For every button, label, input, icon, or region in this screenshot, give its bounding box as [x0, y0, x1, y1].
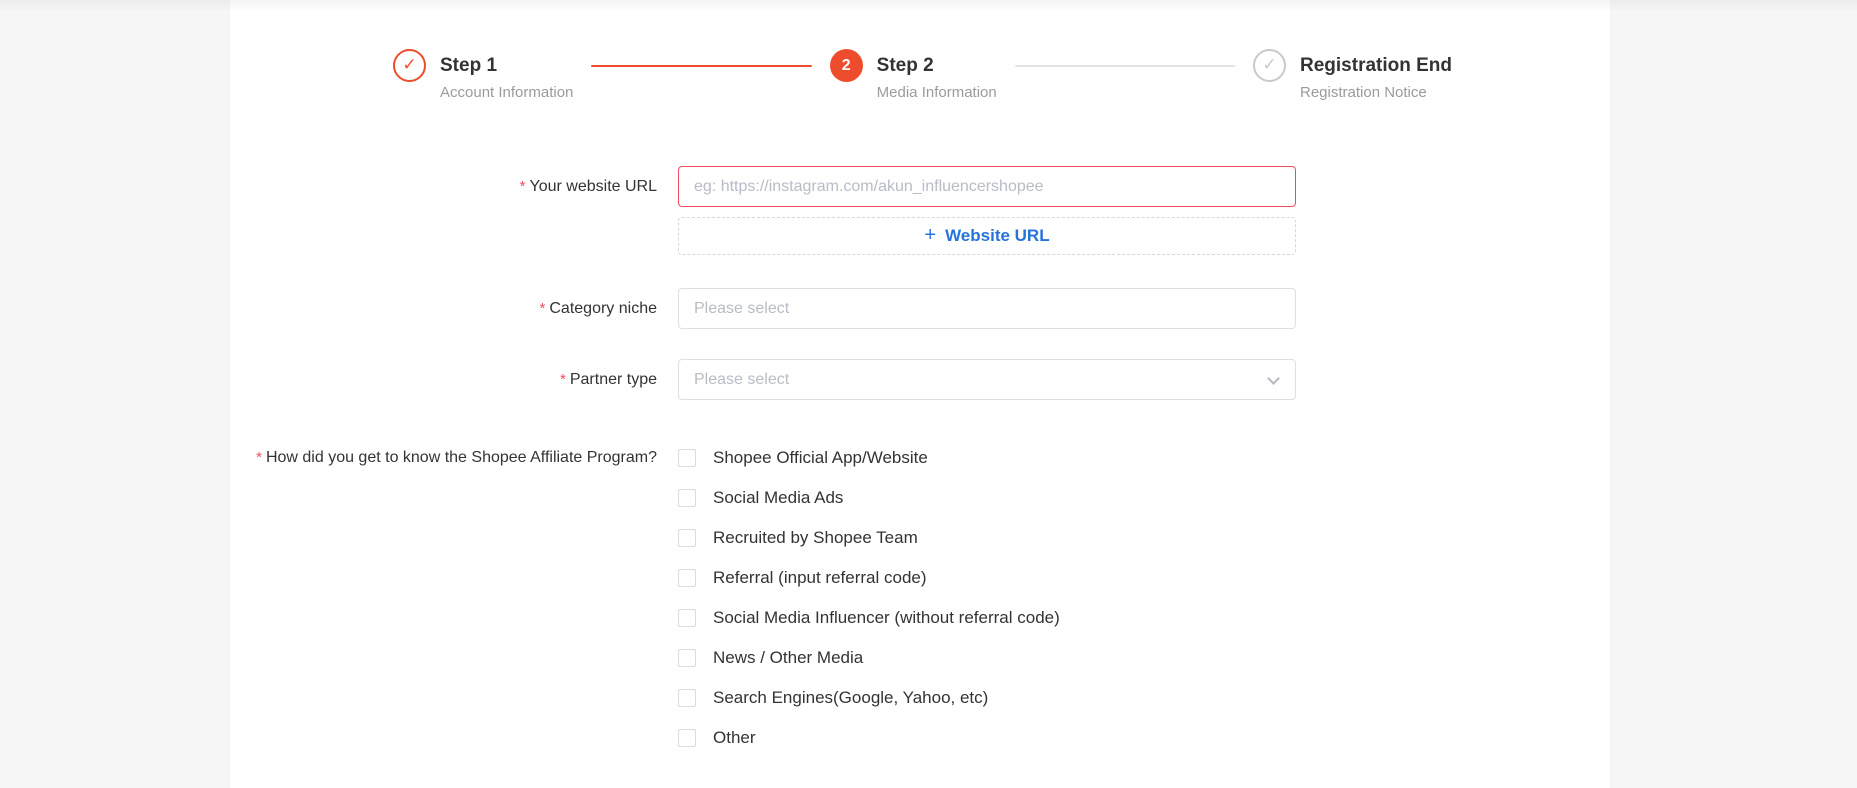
- know-from-option-news-other-media[interactable]: News / Other Media: [678, 646, 1296, 669]
- website-url-input[interactable]: [678, 166, 1296, 207]
- category-niche-select[interactable]: Please select: [678, 288, 1296, 329]
- checkbox-icon[interactable]: [678, 448, 696, 467]
- stepper: ✓ Step 1 Account Information 2 Step 2 Me…: [230, 0, 1610, 101]
- know-from-option-search-engines[interactable]: Search Engines(Google, Yahoo, etc): [678, 686, 1296, 709]
- website-url-row: *Your website URL + Website URL: [230, 166, 1610, 255]
- checkbox-icon[interactable]: [678, 568, 696, 587]
- step-1-title: Step 1: [440, 55, 498, 76]
- checkbox-icon[interactable]: [678, 688, 696, 707]
- know-from-label: * How did you get to know the Shopee Affi…: [256, 449, 657, 466]
- add-website-url-button[interactable]: + Website URL: [678, 217, 1296, 255]
- checkbox-icon[interactable]: [678, 608, 696, 627]
- step-1-subtitle: Account Information: [440, 84, 574, 101]
- partner-type-label: * Partner type: [560, 371, 657, 388]
- step-2-title: Step 2: [876, 55, 934, 76]
- step-3-subtitle: Registration Notice: [1300, 84, 1427, 101]
- checkbox-icon[interactable]: [678, 488, 696, 507]
- step-2-active-number-badge: 2: [829, 49, 863, 82]
- know-from-options: Shopee Official App/Website Social Media…: [678, 437, 1296, 766]
- stepper-connector-pending: [1014, 65, 1235, 67]
- plus-icon: +: [924, 223, 937, 246]
- category-niche-row: * Category niche Please select: [230, 288, 1610, 329]
- category-niche-placeholder: Please select: [694, 299, 790, 317]
- required-asterisk: *: [560, 371, 566, 388]
- step-1-account-information: ✓ Step 1 Account Information: [393, 49, 573, 101]
- media-information-form: *Your website URL + Website URL *Categor…: [230, 166, 1610, 788]
- know-from-option-social-media-ads[interactable]: Social Media Ads: [678, 486, 1296, 509]
- checkbox-icon[interactable]: [678, 728, 696, 747]
- partner-type-row: * Partner type Please select: [230, 359, 1610, 400]
- category-niche-label: * Category niche: [539, 300, 657, 317]
- step-2-subtitle: Media Information: [876, 84, 997, 101]
- know-from-row: * How did you get to know the Shopee Affi…: [230, 437, 1610, 766]
- step-1-completed-check-icon: ✓: [393, 49, 426, 82]
- know-from-option-shopee-official[interactable]: Shopee Official App/Website: [678, 446, 1296, 469]
- checkbox-icon[interactable]: [678, 648, 696, 667]
- step-2-media-information: 2 Step 2 Media Information: [829, 49, 997, 101]
- know-from-option-referral[interactable]: Referral (input referral code): [678, 566, 1296, 589]
- required-asterisk: *: [519, 178, 526, 195]
- know-from-option-other[interactable]: Other: [678, 726, 1296, 749]
- know-from-option-social-media-influencer[interactable]: Social Media Influencer (without referra…: [678, 606, 1296, 629]
- checkbox-icon[interactable]: [678, 528, 696, 547]
- partner-type-placeholder: Please select: [694, 370, 790, 388]
- website-url-label: * Your website URL: [519, 178, 657, 195]
- chevron-down-icon: [1267, 372, 1280, 385]
- registration-card: ✓ Step 1 Account Information 2 Step 2 Me…: [230, 0, 1610, 788]
- step-registration-end: ✓ Registration End Registration Notice: [1253, 49, 1452, 101]
- required-asterisk: *: [256, 449, 262, 466]
- stepper-connector-completed: [591, 65, 812, 67]
- step-3-pending-check-icon: ✓: [1253, 49, 1286, 82]
- know-from-option-recruited-by-shopee[interactable]: Recruited by Shopee Team: [678, 526, 1296, 549]
- step-3-title: Registration End: [1300, 55, 1453, 76]
- partner-type-select[interactable]: Please select: [678, 359, 1296, 400]
- add-website-url-button-label: Website URL: [945, 226, 1050, 245]
- required-asterisk: *: [539, 300, 546, 317]
